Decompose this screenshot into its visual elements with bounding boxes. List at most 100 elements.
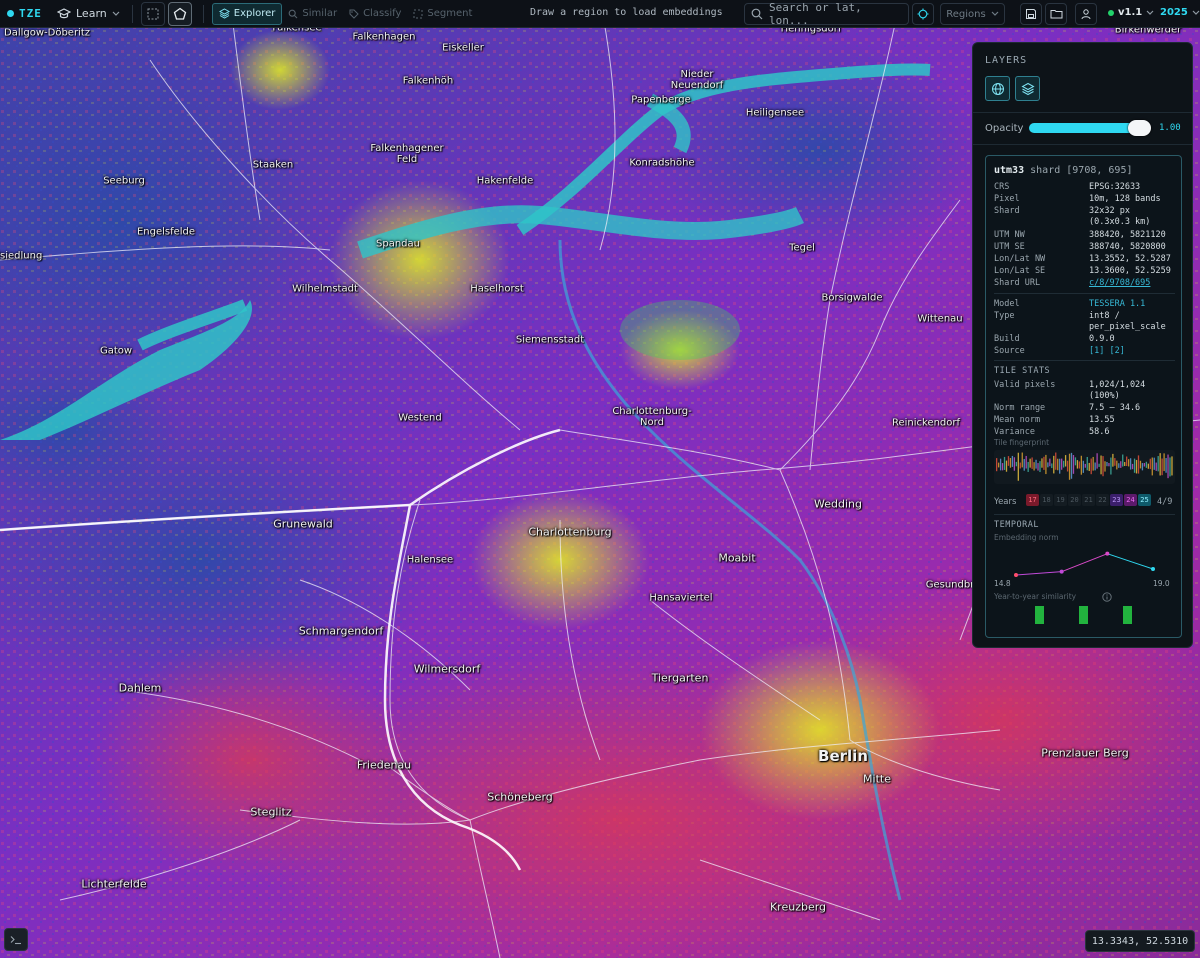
kv-value: 10m, 128 bands xyxy=(1089,194,1161,204)
kv-value: (100%) xyxy=(1089,391,1120,401)
year-chip[interactable]: 19 xyxy=(1054,494,1067,506)
fingerprint-bar xyxy=(1163,453,1165,472)
fingerprint-bar xyxy=(1084,463,1086,468)
basemap-layer-toggle[interactable] xyxy=(985,76,1010,101)
fingerprint-bar xyxy=(1061,458,1063,470)
opacity-slider-track[interactable] xyxy=(1029,123,1141,133)
map-label: Charlottenburg xyxy=(528,525,612,539)
fingerprint-bar xyxy=(997,462,1000,468)
map-label: Wilhelmstadt xyxy=(292,283,358,295)
year-chip[interactable]: 23 xyxy=(1110,494,1123,506)
map-label: Lichterfelde xyxy=(81,877,147,891)
mode-classify-tab[interactable]: Classify xyxy=(343,3,407,25)
map-label: Staaken xyxy=(252,159,294,171)
save-button[interactable] xyxy=(1020,3,1042,25)
kv-key: Build xyxy=(994,334,1020,344)
card-divider xyxy=(994,514,1175,515)
map-label: Hakenfelde xyxy=(476,175,534,187)
embedding-layer-toggle[interactable] xyxy=(1015,76,1040,101)
fingerprint-bar xyxy=(1064,455,1067,467)
fingerprint-bar xyxy=(1161,458,1163,476)
fingerprint-bar xyxy=(1157,456,1159,472)
year-chip[interactable]: 25 xyxy=(1138,494,1151,506)
mode-label: Segment xyxy=(427,8,473,19)
shard-info-card: utm33 shard [9708, 695] CRS EPSG:32633 P… xyxy=(985,155,1182,638)
fingerprint-bar xyxy=(1151,457,1153,476)
temporal-title: TEMPORAL xyxy=(994,520,1039,530)
kv-value: 13.55 xyxy=(1089,415,1115,425)
year-chip[interactable]: 24 xyxy=(1124,494,1137,506)
map-label: Steglitz xyxy=(250,805,292,819)
opacity-slider-handle[interactable] xyxy=(1128,120,1151,136)
learn-menu-button[interactable]: Learn xyxy=(57,7,120,20)
fingerprint-bar xyxy=(1165,458,1167,473)
fingerprint-bar xyxy=(1049,458,1051,467)
fingerprint-bar xyxy=(1167,454,1169,479)
kv-value: 388740, 5820800 xyxy=(1089,242,1166,252)
kv-key: Norm range xyxy=(994,403,1046,413)
norm-point-24 xyxy=(1105,551,1110,556)
user-icon xyxy=(1081,9,1091,20)
fingerprint-bar xyxy=(1145,461,1148,468)
year-chip[interactable]: 18 xyxy=(1040,494,1053,506)
fingerprint-bar xyxy=(1114,458,1116,466)
fingerprint-bar xyxy=(1143,463,1146,467)
fingerprint-bar xyxy=(1037,463,1039,471)
norm-point-25 xyxy=(1151,567,1155,571)
panel-divider xyxy=(973,112,1192,113)
map-label: dsiedlung xyxy=(0,250,43,262)
year-chip[interactable]: 17 xyxy=(1026,494,1039,506)
pentagon-icon xyxy=(173,7,187,20)
kv-value: 7.5 – 34.6 xyxy=(1089,403,1141,413)
search-input[interactable]: Search or lat, lon... xyxy=(744,1,909,27)
map-label: Hansaviertel xyxy=(649,592,713,604)
fingerprint-bar xyxy=(1047,462,1049,468)
polygon-select-tool[interactable] xyxy=(167,1,192,26)
year-chip[interactable]: 20 xyxy=(1068,494,1081,506)
map-label: Prenzlauer Berg xyxy=(1041,746,1129,760)
toolbar-divider xyxy=(131,4,133,23)
search-icon xyxy=(289,9,298,18)
map-label: Grunewald xyxy=(273,517,333,531)
version-label: v1.1 xyxy=(1118,7,1143,18)
map-label: Wittenau xyxy=(917,313,963,325)
open-folder-button[interactable] xyxy=(1045,3,1067,25)
source-links[interactable]: [1] [2] xyxy=(1089,346,1125,357)
shard-url-link[interactable]: c/8/9708/695 xyxy=(1089,278,1150,289)
regions-dropdown[interactable]: Regions xyxy=(940,3,1005,25)
kv-key: Mean norm xyxy=(994,415,1041,425)
kv-key: Pixel xyxy=(994,194,1020,204)
layers-panel: LAYERS Opacity 1.00 utm33 shard [9708, 6… xyxy=(972,42,1193,648)
year-chip[interactable]: 21 xyxy=(1082,494,1095,506)
mode-segment-tab[interactable]: Segment xyxy=(407,3,478,25)
mode-explorer-tab[interactable]: Explorer xyxy=(211,2,283,25)
fingerprint-bar xyxy=(1007,456,1010,466)
mode-similar-tab[interactable]: Similar xyxy=(282,3,343,25)
console-button[interactable] xyxy=(4,928,28,951)
info-icon[interactable] xyxy=(1102,592,1112,602)
app-logo[interactable]: TZE xyxy=(0,7,50,20)
year-selector[interactable]: 2025 xyxy=(1160,7,1200,18)
year-chip[interactable]: 22 xyxy=(1096,494,1109,506)
kv-key: Lon/Lat NW xyxy=(994,254,1046,264)
rectangle-select-tool[interactable] xyxy=(140,1,165,26)
fingerprint-bar xyxy=(1009,458,1012,468)
version-selector[interactable]: v1.1 xyxy=(1108,7,1154,18)
norm-min-label: 14.8 xyxy=(994,579,1011,588)
kv-value: 388420, 5821120 xyxy=(1089,230,1166,240)
map-label: Moabit xyxy=(718,551,756,565)
chevron-down-icon xyxy=(1146,10,1154,15)
fingerprint-bar xyxy=(1139,460,1142,469)
model-link[interactable]: TESSERA 1.1 xyxy=(1089,299,1145,310)
chevron-down-icon xyxy=(991,11,999,16)
account-button[interactable] xyxy=(1075,3,1097,25)
segment-icon xyxy=(413,9,423,18)
fingerprint-bar xyxy=(1045,454,1047,475)
layers-icon xyxy=(218,8,230,19)
fingerprint-bar xyxy=(1066,460,1069,472)
fingerprint-bar xyxy=(1100,455,1102,475)
locate-button[interactable] xyxy=(912,3,934,25)
fingerprint-bar xyxy=(1025,455,1027,469)
fingerprint-bar xyxy=(1031,457,1033,469)
map-label: Siemensstadt xyxy=(515,334,585,346)
